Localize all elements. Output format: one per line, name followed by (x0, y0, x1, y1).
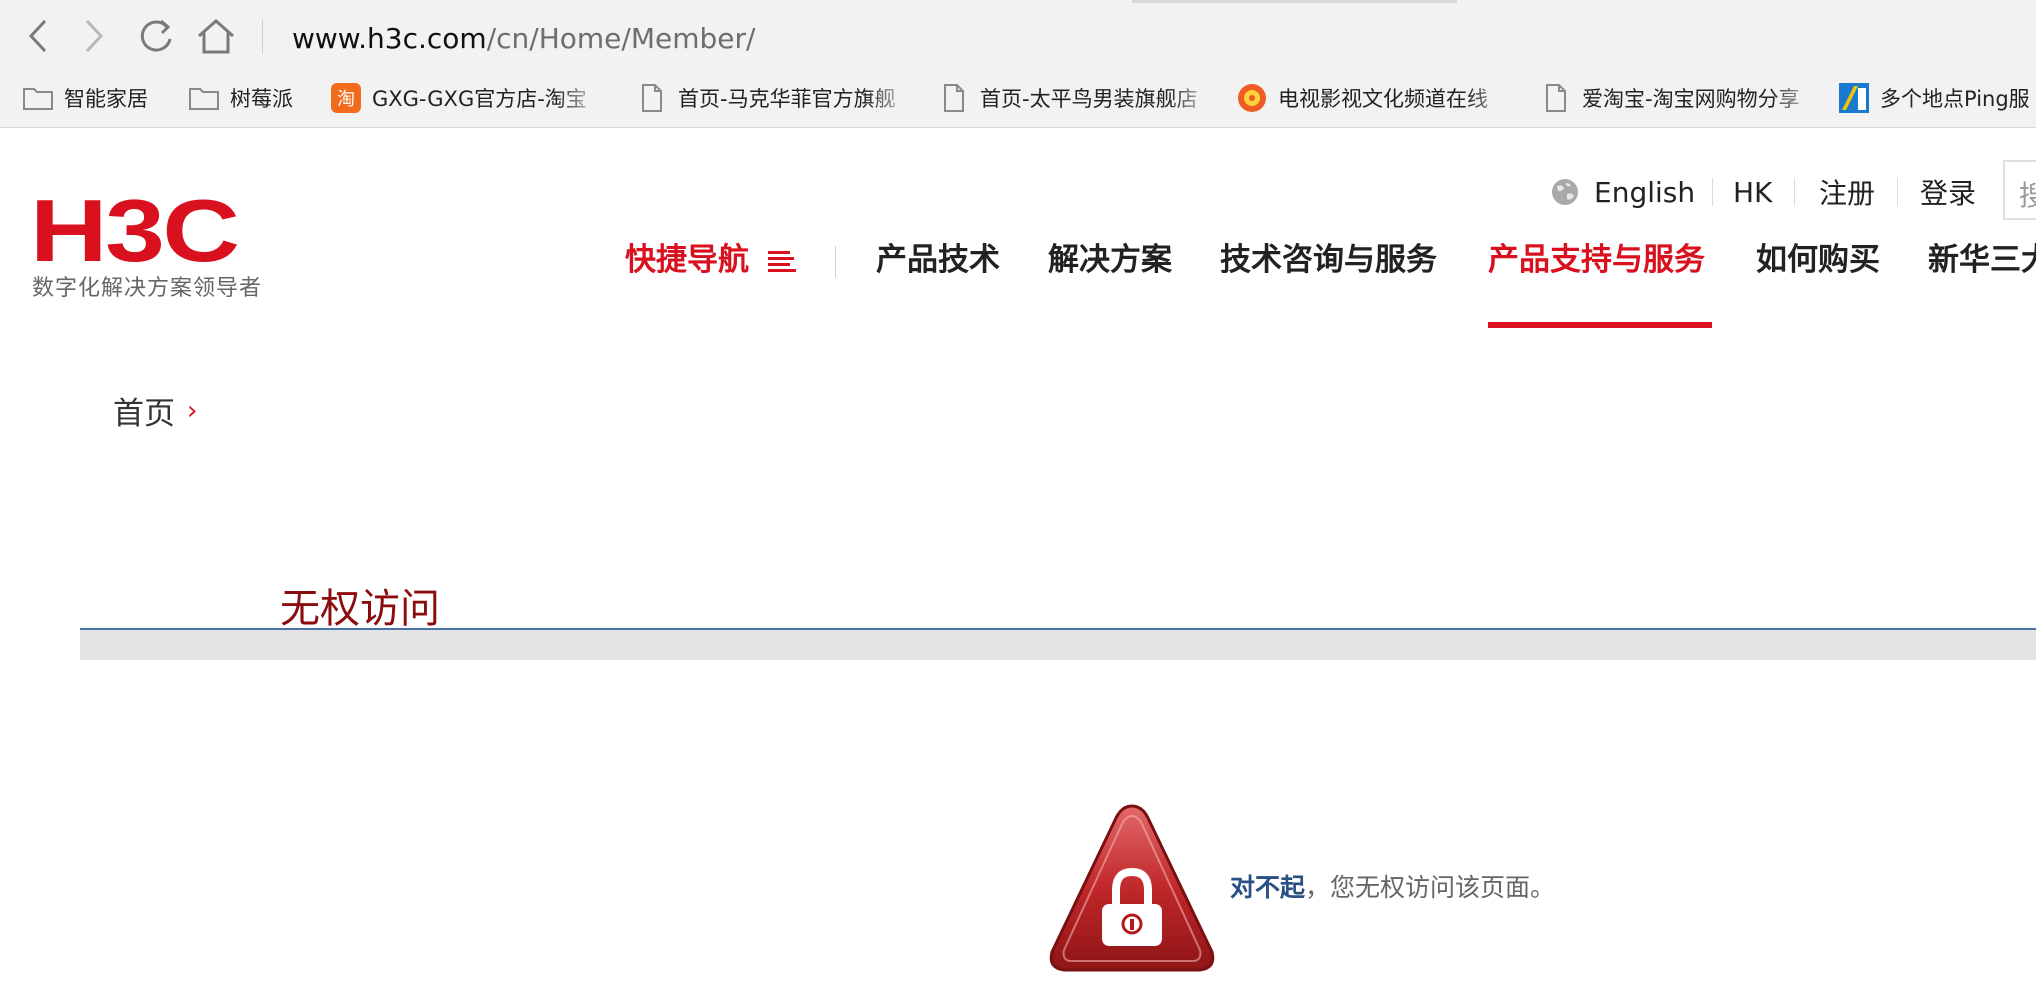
reload-button[interactable] (134, 14, 178, 58)
util-divider (1794, 178, 1795, 206)
page-title: 无权访问 (280, 586, 440, 632)
h3c-logo[interactable]: H3C 数字化解决方案领导者 (30, 181, 280, 306)
login-link[interactable]: 登录 (1920, 172, 1976, 212)
folder-icon (22, 82, 54, 114)
bookmark-multi-ping[interactable]: 多个地点Ping服 (1838, 80, 2036, 116)
forward-arrow-icon (85, 19, 104, 53)
tv-channel-icon (1236, 82, 1268, 114)
register-link[interactable]: 注册 (1819, 172, 1875, 212)
search-input[interactable]: 搜 (2003, 160, 2036, 220)
bookmarks-bar: 智能家居 树莓派 淘 GXG-GXG官方店-淘宝 首页-马克华菲官方旗舰 首页-… (0, 68, 2036, 128)
logo-tagline: 数字化解决方案领导者 (32, 276, 263, 301)
taobao-icon: 淘 (330, 82, 362, 114)
browser-toolbar: www.h3c.com/cn/Home/Member/ (0, 0, 2036, 68)
region-link[interactable]: HK (1733, 172, 1772, 212)
nav-divider (835, 246, 836, 278)
breadcrumb: 首页 › (113, 388, 197, 433)
lock-warning-icon (1049, 804, 1215, 972)
bookmark-gxg-store[interactable]: 淘 GXG-GXG官方店-淘宝 (330, 80, 605, 116)
bookmark-markhuafei[interactable]: 首页-马克华菲官方旗舰 (636, 80, 916, 116)
reload-icon (140, 19, 172, 52)
menu-lines-icon (768, 251, 796, 272)
folder-icon (188, 82, 220, 114)
page-icon (938, 82, 970, 114)
url-divider (262, 20, 263, 54)
tab-strip-edge (1132, 0, 1457, 3)
bookmark-folder-raspberry-pi[interactable]: 树莓派 (188, 80, 308, 116)
back-arrow-icon (28, 19, 47, 53)
message-apology: 对不起 (1230, 873, 1306, 902)
util-divider (1712, 178, 1713, 206)
bookmark-peacebird[interactable]: 首页-太平鸟男装旗舰店 (938, 80, 1218, 116)
nav-item-products[interactable]: 产品技术 (876, 240, 1000, 280)
logo-mark: H3C (30, 181, 240, 280)
nav-item-xinhua3[interactable]: 新华三大 (1928, 240, 2036, 280)
access-denied-message: 对不起，您无权访问该页面。 (1230, 870, 1555, 906)
breadcrumb-chevron-icon: › (187, 395, 198, 426)
breadcrumb-home[interactable]: 首页 (113, 388, 175, 433)
nav-item-solutions[interactable]: 解决方案 (1048, 240, 1172, 280)
globe-icon (1550, 177, 1580, 207)
url-host: www.h3c.com (292, 22, 487, 55)
url-path: /cn/Home/Member/ (486, 22, 756, 55)
active-nav-underline (1488, 322, 1712, 328)
bookmark-tv-channel[interactable]: 电视影视文化频道在线 (1236, 80, 1516, 116)
forward-button[interactable] (72, 14, 116, 58)
home-icon (198, 18, 234, 54)
page-icon (636, 82, 668, 114)
message-text: ，您无权访问该页面。 (1305, 873, 1556, 902)
nav-item-support[interactable]: 产品支持与服务 (1488, 240, 1705, 280)
bookmark-ai-taobao[interactable]: 爱淘宝-淘宝网购物分享 (1540, 80, 1822, 116)
back-button[interactable] (16, 14, 60, 58)
search-placeholder: 搜 (2019, 179, 2036, 212)
title-band (80, 630, 2036, 660)
quick-nav-button[interactable]: 快捷导航 (625, 240, 749, 280)
util-divider (1897, 178, 1898, 206)
language-label: English (1594, 175, 1696, 209)
nav-item-how-to-buy[interactable]: 如何购买 (1756, 240, 1880, 280)
svg-text:淘: 淘 (337, 89, 355, 110)
home-button[interactable] (194, 14, 238, 58)
language-switch[interactable]: English (1550, 172, 1695, 212)
address-bar[interactable]: www.h3c.com/cn/Home/Member/ (292, 22, 755, 56)
nav-item-consulting[interactable]: 技术咨询与服务 (1220, 240, 1437, 280)
bookmark-folder-smart-home[interactable]: 智能家居 (22, 80, 162, 116)
page-icon (1540, 82, 1572, 114)
ping-site-icon (1838, 82, 1870, 114)
